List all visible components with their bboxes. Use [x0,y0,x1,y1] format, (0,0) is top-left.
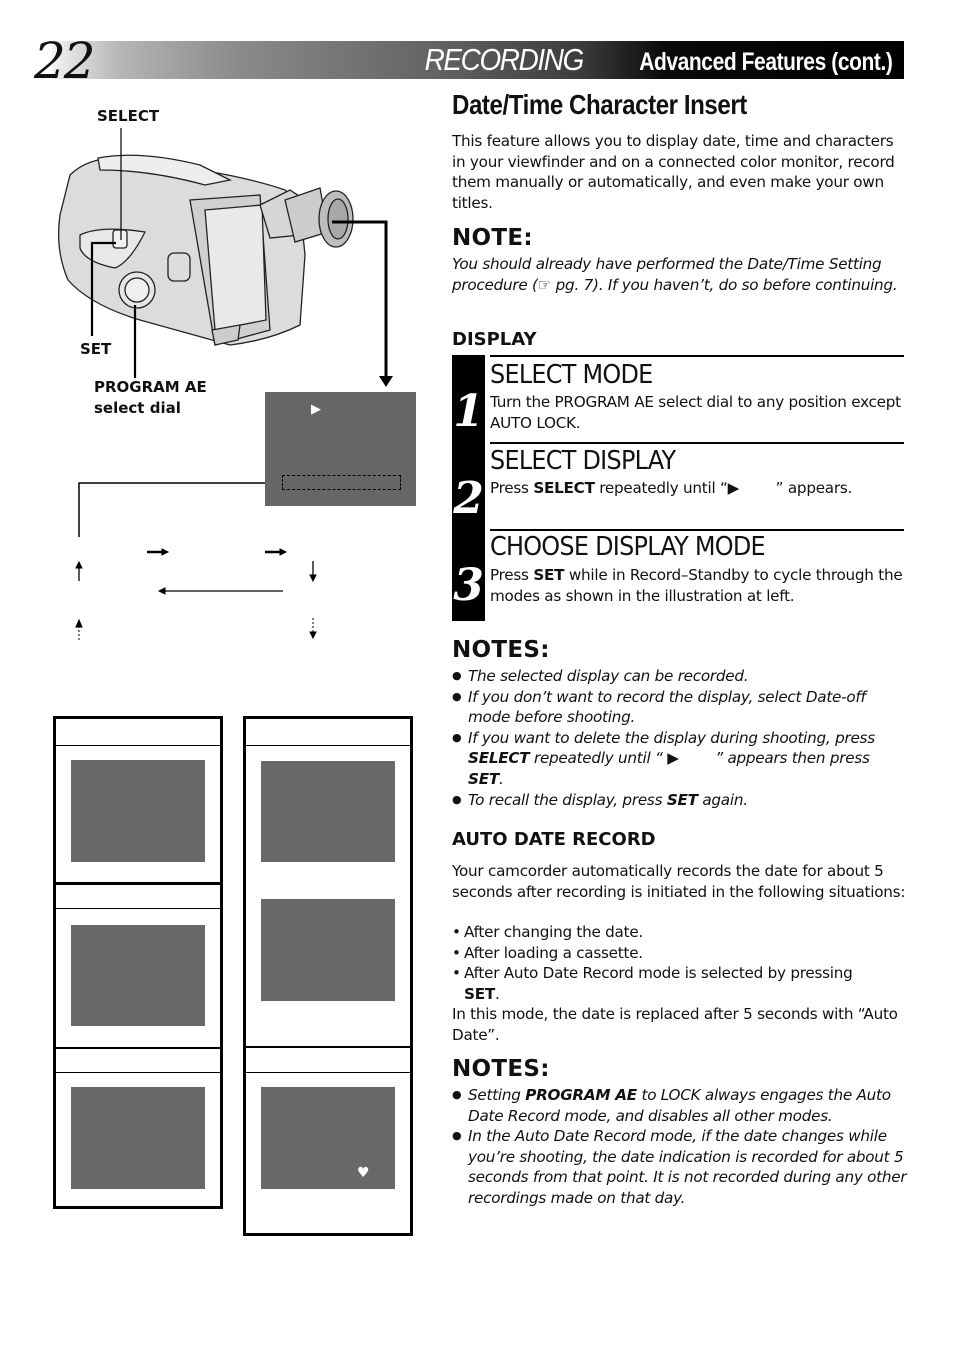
step-text-2: Press SELECT repeatedly until “▶ ” appea… [490,479,853,497]
display-heading: DISPLAY [452,329,537,350]
notes-heading: NOTES: [452,637,550,663]
program-ae-sublabel: select dial [94,399,181,417]
play-indicator-icon: ▶ [311,402,321,417]
select-button-label: SELECT [97,107,160,125]
auto-date-item: After changing the date. [452,922,907,943]
step-number-2: 2 [453,473,484,524]
step-divider [490,355,904,357]
intro-text: This feature allows you to display date,… [452,132,895,212]
note-text: You should already have performed the Da… [452,255,898,294]
step-divider [490,529,904,531]
note-item: Setting PROGRAM AE to LOCK always engage… [452,1085,907,1126]
mode-screen: ♥ [261,1087,395,1189]
note-item: The selected display can be recorded. [452,666,907,687]
heart-icon: ♥ [357,1165,370,1181]
auto-date-intro: Your camcorder automatically records the… [452,862,906,901]
header-title: RECORDING Advanced Features (cont.) [407,41,892,79]
mode-screen [71,1087,205,1189]
header-title-main: RECORDING [424,42,584,77]
step-text-3: Press SET while in Record–Standby to cyc… [490,566,903,605]
step-text-1: Turn the PROGRAM AE select dial to any p… [490,393,901,432]
header-title-sub: Advanced Features (cont.) [638,48,893,76]
date-area-outline [282,475,401,490]
program-ae-label: PROGRAM AE [94,378,207,396]
note-item: In the Auto Date Record mode, if the dat… [452,1126,907,1208]
mode-screen [71,925,205,1026]
section-title: Date/Time Character Insert [452,89,747,120]
notes2-heading: NOTES: [452,1056,550,1082]
step-title-1: SELECT MODE [490,360,653,390]
auto-date-heading: AUTO DATE RECORD [452,829,656,850]
note-item: If you want to delete the display during… [452,728,907,790]
note-heading: NOTE: [452,225,533,251]
mode-screen [261,761,395,862]
mode-screen [71,760,205,862]
note-item: To recall the display, press SET again. [452,790,907,811]
mode-screen [261,899,395,1001]
set-button-label: SET [80,340,112,358]
page-number: 22 [34,32,96,90]
step-number-1: 1 [453,386,484,437]
mode-callout-line [78,482,281,537]
step-title-3: CHOOSE DISPLAY MODE [490,532,766,562]
notes-list: The selected display can be recorded. If… [452,666,907,810]
auto-date-item: After Auto Date Record mode is selected … [452,963,907,1004]
notes2-list: Setting PROGRAM AE to LOCK always engage… [452,1085,907,1209]
viewfinder-display: ▶ [265,392,416,506]
auto-date-list: After changing the date. After loading a… [452,922,907,1004]
arrow-down-icon [379,376,393,387]
step-divider [490,442,904,444]
note-item: If you don’t want to record the display,… [452,687,907,728]
camcorder-icon [58,154,354,346]
step-title-2: SELECT DISPLAY [490,446,676,476]
auto-date-outro: In this mode, the date is replaced after… [452,1005,898,1044]
auto-date-item: After loading a cassette. [452,943,907,964]
mode-flow-arrows [75,548,317,640]
step-number-3: 3 [453,560,484,611]
